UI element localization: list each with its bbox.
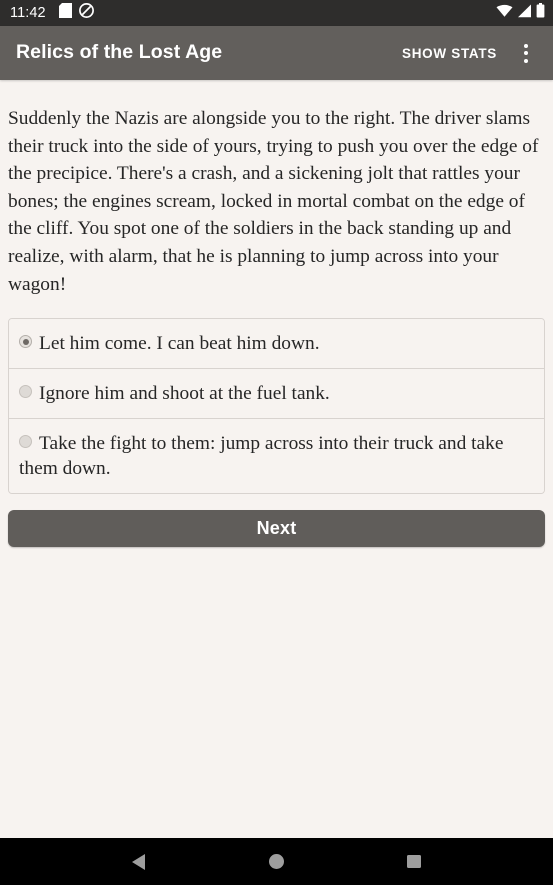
content-area: Suddenly the Nazis are alongside you to … [0, 80, 553, 838]
choice-label: Let him come. I can beat him down. [39, 333, 320, 355]
radio-button-icon[interactable] [19, 435, 32, 449]
overflow-dot [524, 51, 528, 55]
next-button[interactable]: Next [8, 510, 545, 548]
radio-button-icon[interactable] [19, 335, 32, 349]
overflow-dot [524, 43, 528, 48]
more-vertical-icon[interactable] [507, 34, 545, 72]
android-nav-bar [0, 838, 553, 885]
show-stats-button[interactable]: SHOW STATS [392, 36, 507, 71]
status-right-icons [496, 3, 545, 23]
home-circle [268, 854, 284, 869]
choice-option-1[interactable]: Ignore him and shoot at the fuel tank. [9, 369, 544, 420]
recents-square [407, 854, 421, 869]
choice-label: Take the fight to them: jump across into… [19, 433, 504, 480]
radio-button-icon[interactable] [19, 385, 32, 399]
sd-card-icon [58, 3, 72, 23]
do-not-disturb-icon [78, 3, 94, 23]
app-bar: Relics of the Lost Age SHOW STATS [0, 26, 553, 80]
back-icon[interactable] [114, 838, 164, 885]
status-time: 11:42 [10, 4, 46, 21]
home-icon[interactable] [251, 838, 301, 885]
wifi-icon [496, 4, 513, 23]
cellular-signal-icon [517, 4, 532, 23]
recents-icon[interactable] [389, 838, 439, 885]
app-root: 11:42 Relics of the Lost Age SHOW STATS … [0, 0, 553, 885]
status-bar: 11:42 [0, 0, 553, 26]
choice-label: Ignore him and shoot at the fuel tank. [39, 383, 330, 405]
page-title: Relics of the Lost Age [16, 41, 223, 64]
status-left-icons [58, 3, 94, 23]
choice-list: Let him come. I can beat him down. Ignor… [8, 318, 545, 495]
overflow-dot [524, 58, 528, 63]
back-triangle [132, 853, 146, 870]
choice-option-2[interactable]: Take the fight to them: jump across into… [9, 419, 544, 494]
narrative-text: Suddenly the Nazis are alongside you to … [8, 108, 539, 295]
battery-icon [536, 3, 545, 23]
choice-option-0[interactable]: Let him come. I can beat him down. [9, 319, 544, 370]
